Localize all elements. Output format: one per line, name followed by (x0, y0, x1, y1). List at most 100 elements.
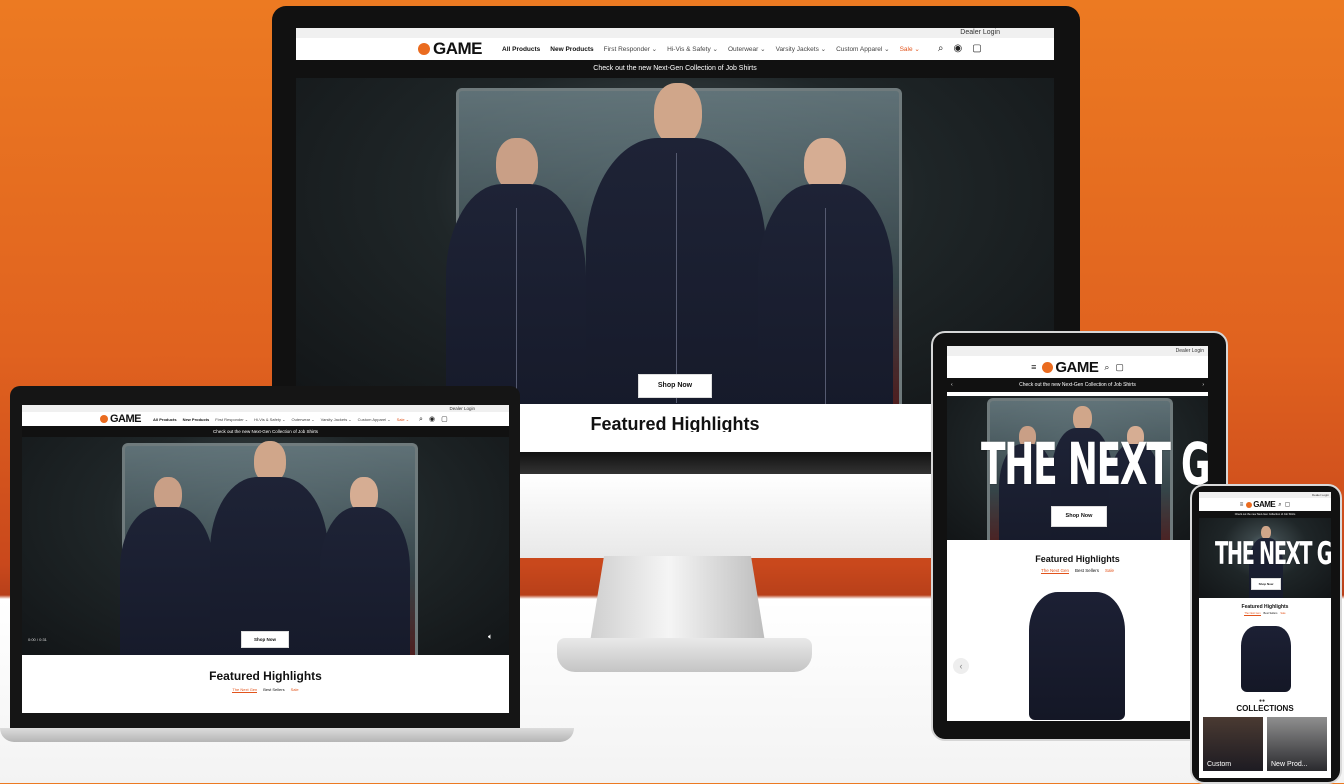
model-right (320, 477, 410, 655)
logo-text: GAME (110, 413, 142, 425)
dealer-login-link[interactable]: Dealer Login (1176, 348, 1204, 354)
phone-screen: Dealer Login ≡ GAME ⌕ ▢ Check out the ne… (1199, 492, 1331, 778)
collection-card-new-products[interactable]: New Prod... (1267, 717, 1327, 771)
search-icon[interactable]: ⌕ (1104, 362, 1109, 372)
main-nav: ≡ GAME ⌕ ▢ (947, 356, 1208, 378)
hero-video: Shop Now 0:00 / 0:31 🔈︎ (22, 437, 509, 655)
featured-tabs: The Next Gen Best Sellers Sale (947, 568, 1208, 574)
nav-hivis-safety[interactable]: Hi-Vis & Safety ⌄ (667, 45, 718, 53)
cart-icon[interactable]: ▢ (1285, 502, 1291, 508)
search-icon[interactable]: ⌕ (938, 44, 944, 54)
tab-the-next-gen[interactable]: The Next Gen (232, 687, 258, 693)
nav-first-responder[interactable]: First Responder ⌄ (215, 417, 248, 422)
featured-tabs: The Next Gen Best Sellers Sale (1199, 612, 1331, 616)
logo-mark-icon (418, 43, 430, 55)
model-center (210, 441, 328, 655)
tab-sale[interactable]: Sale (1105, 568, 1114, 574)
shop-now-button[interactable]: Shop Now (638, 374, 712, 398)
cart-icon[interactable]: ▢ (1115, 362, 1124, 372)
brand-logo[interactable]: GAME (418, 39, 483, 59)
announcement-text[interactable]: Check out the new Next-Gen Collection of… (1019, 382, 1136, 388)
main-nav: GAME All Products New Products First Res… (22, 412, 509, 426)
main-nav: ≡ GAME ⌕ ▢ (1199, 498, 1331, 511)
logo-text: GAME (433, 39, 483, 58)
nav-sale[interactable]: Sale ⌄ (900, 45, 920, 53)
nav-new-products[interactable]: New Products (550, 46, 593, 53)
cart-icon[interactable]: ▢ (441, 416, 448, 423)
announcement-bar: ‹ Check out the new Next-Gen Collection … (947, 378, 1208, 392)
utility-bar: Dealer Login (22, 405, 509, 412)
announcement-bar[interactable]: Check out the new Next-Gen Collection of… (1199, 511, 1331, 518)
search-icon[interactable]: ⌕ (419, 416, 423, 423)
nav-hivis-safety[interactable]: Hi-Vis & Safety ⌄ (254, 417, 285, 422)
tab-the-next-gen[interactable]: The Next Gen (1040, 568, 1069, 574)
dealer-login-link[interactable]: Dealer Login (449, 406, 475, 411)
search-icon[interactable]: ⌕ (1278, 502, 1281, 508)
utility-bar: Dealer Login (947, 346, 1208, 356)
nav-new-products[interactable]: New Products (183, 417, 210, 422)
tab-the-next-gen[interactable]: The Next Gen (1244, 612, 1261, 616)
collection-label: New Prod... (1271, 761, 1308, 768)
chevron-right-icon[interactable]: › (1202, 378, 1204, 392)
nav-varsity-jackets[interactable]: Varsity Jackets ⌄ (776, 45, 826, 53)
dealer-login-link[interactable]: Dealer Login (1312, 493, 1329, 497)
nav-custom-apparel[interactable]: Custom Apparel ⌄ (836, 45, 890, 53)
hero-headline: THE NEXT GEN (981, 430, 1208, 498)
brand-logo[interactable]: GAME (1246, 500, 1276, 509)
shop-now-button[interactable]: Shop Now (1051, 506, 1107, 527)
nav-all-products[interactable]: All Products (153, 417, 177, 422)
hero-banner: THE NEXT GEN Shop Now (1199, 518, 1331, 598)
carousel-prev-button[interactable]: ‹ (953, 658, 969, 674)
tablet-screen: Dealer Login ≡ GAME ⌕ ▢ ‹ Check out the … (947, 346, 1208, 721)
account-icon[interactable]: ◉ (429, 416, 435, 423)
laptop-screen: Dealer Login GAME All Products New Produ… (22, 405, 509, 713)
nav-varsity-jackets[interactable]: Varsity Jackets ⌄ (321, 417, 352, 422)
collection-card-custom[interactable]: Custom (1203, 717, 1263, 771)
announcement-bar[interactable]: Check out the new Next-Gen Collection of… (296, 60, 1054, 78)
product-jacket-image[interactable] (1241, 626, 1291, 692)
tab-best-sellers[interactable]: Best Sellers (1075, 568, 1099, 574)
featured-highlights-title: Featured Highlights (1241, 604, 1289, 610)
brand-logo[interactable]: GAME (1042, 359, 1099, 376)
model-left (120, 477, 214, 655)
announcement-bar[interactable]: Check out the new Next-Gen Collection of… (22, 426, 509, 437)
featured-section: Featured Highlights The Next Gen Best Se… (22, 655, 509, 713)
nav-all-products[interactable]: All Products (502, 46, 540, 53)
menu-icon[interactable]: ≡ (1031, 362, 1036, 372)
logo-mark-icon (1042, 361, 1054, 373)
model-right (758, 138, 893, 404)
dealer-login-link[interactable]: Dealer Login (960, 29, 1000, 36)
nav-custom-apparel[interactable]: Custom Apparel ⌄ (358, 417, 391, 422)
volume-icon[interactable]: 🔈︎ (488, 633, 493, 641)
featured-section: Featured Highlights The Next Gen Best Se… (947, 540, 1208, 721)
shop-now-button[interactable]: Shop Now (241, 631, 289, 648)
featured-highlights-title: Featured Highlights (1035, 554, 1120, 564)
nav-outerwear[interactable]: Outerwear ⌄ (728, 45, 766, 53)
brand-logo[interactable]: GAME (100, 413, 142, 425)
featured-section: Featured Highlights The Next Gen Best Se… (1199, 598, 1331, 710)
main-nav: GAME All Products New Products First Res… (296, 38, 1054, 60)
account-icon[interactable]: ◉ (953, 44, 962, 54)
utility-bar: Dealer Login (296, 28, 1054, 38)
menu-icon[interactable]: ≡ (1240, 502, 1244, 508)
tab-best-sellers[interactable]: Best Sellers (1264, 612, 1278, 616)
logo-mark-icon (1246, 501, 1253, 508)
shop-now-button[interactable]: Shop Now (1251, 578, 1281, 590)
tab-sale[interactable]: Sale (1280, 612, 1285, 616)
product-jacket-image[interactable] (1029, 592, 1125, 720)
nav-sale[interactable]: Sale ⌄ (397, 417, 409, 422)
nav-outerwear[interactable]: Outerwear ⌄ (291, 417, 314, 422)
chevron-left-icon[interactable]: ‹ (951, 378, 953, 392)
carousel-dots: ●● (1259, 698, 1266, 704)
nav-first-responder[interactable]: First Responder ⌄ (604, 45, 658, 53)
logo-mark-icon (100, 415, 108, 423)
model-center (586, 83, 766, 404)
laptop-base (0, 728, 574, 742)
featured-tabs: The Next Gen Best Sellers Sale (22, 687, 509, 693)
tab-best-sellers[interactable]: Best Sellers (263, 687, 284, 693)
video-time: 0:00 / 0:31 (28, 637, 47, 642)
collection-label: Custom (1207, 761, 1232, 768)
tab-sale[interactable]: Sale (291, 687, 299, 693)
cart-icon[interactable]: ▢ (972, 44, 981, 54)
desktop-monitor-base (557, 638, 812, 672)
